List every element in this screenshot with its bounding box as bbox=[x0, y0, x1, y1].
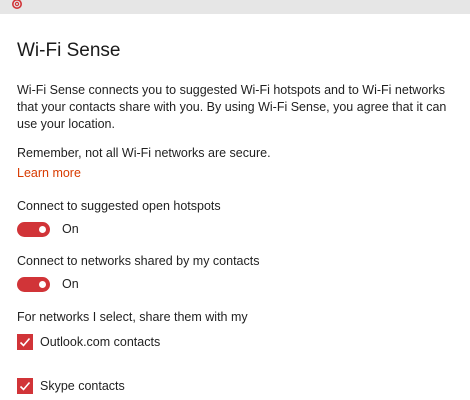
contacts-networks-setting: On bbox=[17, 276, 79, 292]
contacts-networks-toggle[interactable] bbox=[17, 276, 50, 292]
wifi-sense-settings-page: Wi-Fi Sense Wi-Fi Sense connects you to … bbox=[0, 0, 470, 400]
gear-icon bbox=[10, 0, 24, 11]
share-networks-label: For networks I select, share them with m… bbox=[17, 310, 248, 324]
suggested-hotspots-label: Connect to suggested open hotspots bbox=[17, 199, 221, 213]
title-bar bbox=[0, 0, 470, 14]
suggested-hotspots-setting: On bbox=[17, 221, 79, 237]
toggle-knob bbox=[39, 225, 46, 233]
checkmark-icon bbox=[19, 381, 31, 391]
page-title: Wi-Fi Sense bbox=[17, 40, 121, 61]
checkmark-icon bbox=[19, 337, 31, 347]
wifi-sense-description: Wi-Fi Sense connects you to suggested Wi… bbox=[17, 83, 447, 131]
suggested-hotspots-toggle[interactable] bbox=[17, 221, 50, 237]
contacts-networks-label: Connect to networks shared by my contact… bbox=[17, 254, 260, 268]
outlook-contacts-option: Outlook.com contacts bbox=[17, 333, 160, 351]
learn-more-link[interactable]: Learn more bbox=[17, 166, 81, 180]
security-reminder: Remember, not all Wi-Fi networks are sec… bbox=[17, 146, 271, 160]
skype-contacts-label: Skype contacts bbox=[40, 379, 125, 393]
toggle-state-label: On bbox=[62, 222, 79, 236]
outlook-contacts-checkbox[interactable] bbox=[17, 334, 33, 350]
toggle-state-label: On bbox=[62, 277, 79, 291]
outlook-contacts-label: Outlook.com contacts bbox=[40, 335, 161, 349]
toggle-knob bbox=[39, 280, 46, 288]
skype-contacts-checkbox[interactable] bbox=[17, 378, 33, 394]
skype-contacts-option: Skype contacts bbox=[17, 377, 125, 395]
